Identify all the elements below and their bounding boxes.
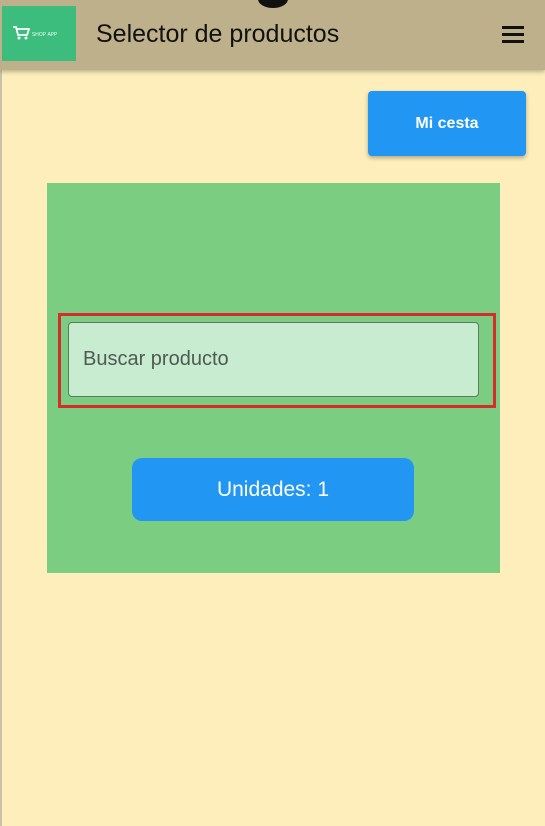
hamburger-menu-icon[interactable]	[500, 24, 528, 46]
app-logo[interactable]: SHOP APP	[2, 6, 76, 61]
screen-edge	[0, 0, 2, 826]
camera-cutout	[258, 0, 288, 8]
app-bar: SHOP APP Selector de productos	[0, 0, 545, 70]
app-screen: SHOP APP Selector de productos Mi cesta …	[0, 0, 545, 826]
logo-text: SHOP APP	[32, 32, 57, 38]
units-button[interactable]: Unidades: 1	[132, 458, 414, 521]
search-input[interactable]	[68, 322, 479, 397]
my-cart-button[interactable]: Mi cesta	[368, 91, 526, 156]
shopping-cart-icon	[13, 26, 30, 40]
page-title: Selector de productos	[96, 20, 340, 48]
